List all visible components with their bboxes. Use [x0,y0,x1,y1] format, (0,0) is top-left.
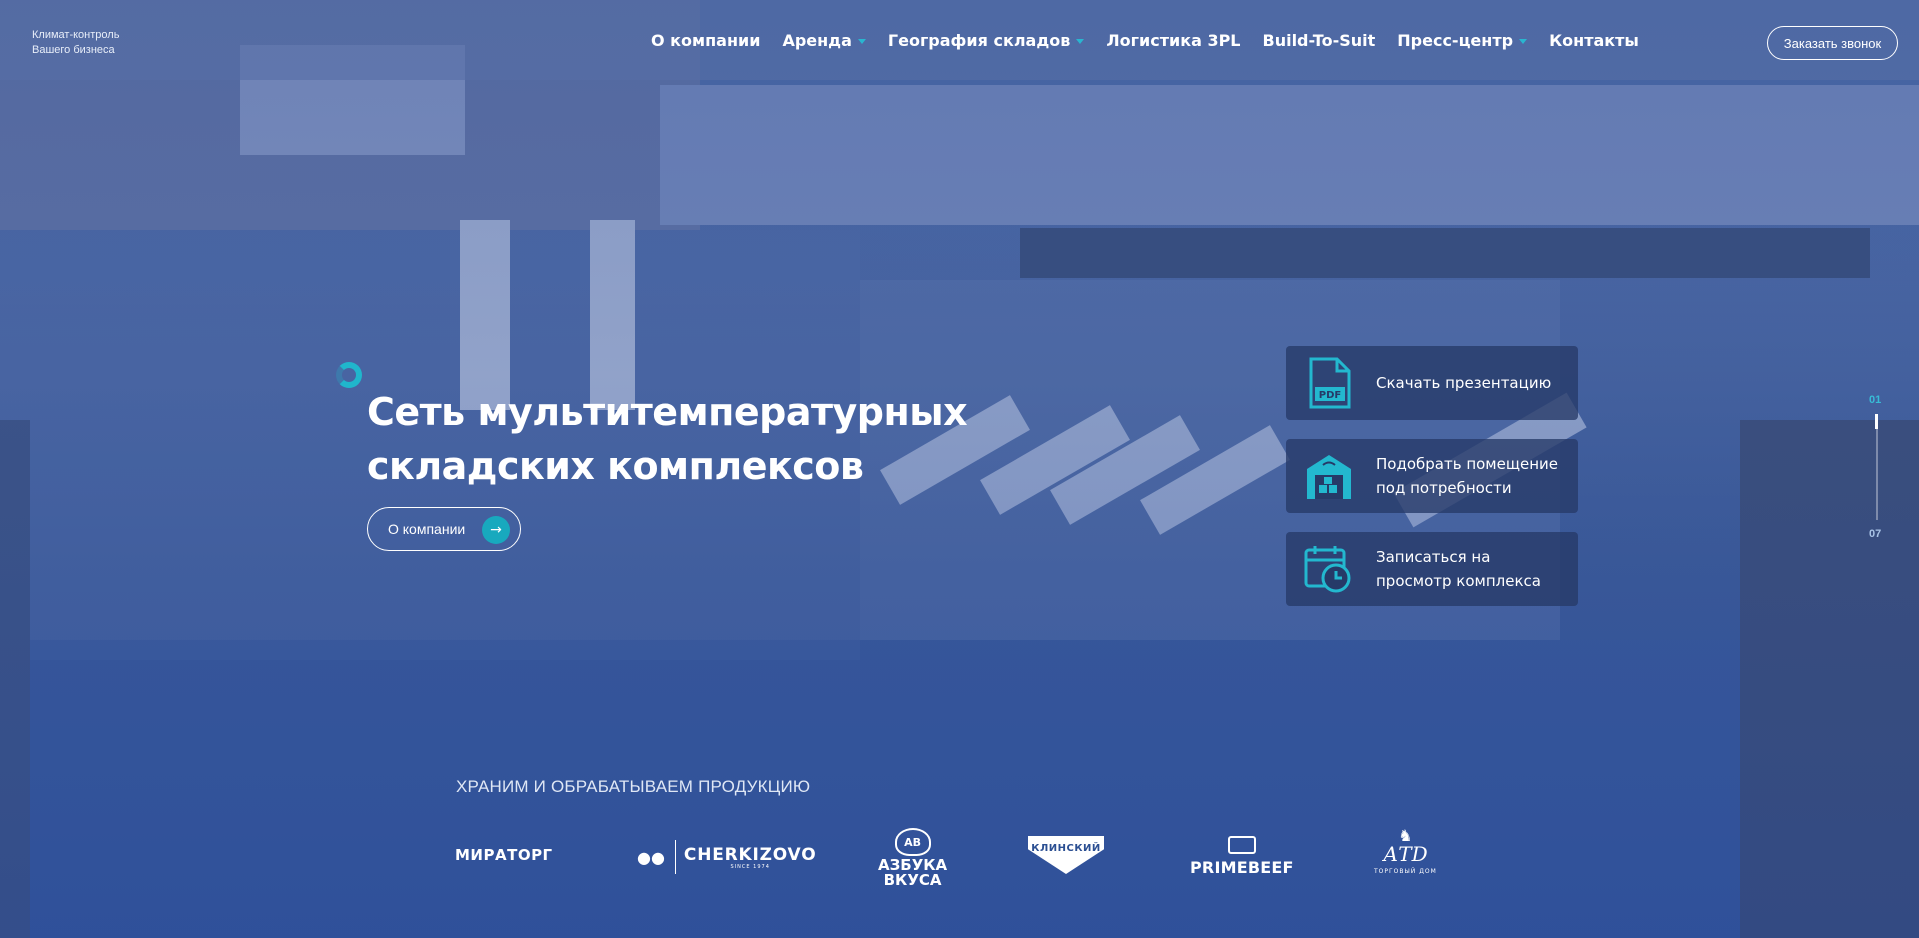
logo-divider [674,840,676,874]
tagline-line-1: Климат-контроль [32,29,120,41]
slide-current-number: 01 [1869,394,1882,406]
pdf-file-icon: PDF [1304,357,1354,409]
nav-item-about[interactable]: О компании [651,31,760,50]
headline-line-2: складских комплексов [367,444,864,488]
clients-section-title: ХРАНИМ И ОБРАБАТЫВАЕМ ПРОДУКЦИЮ [456,777,811,796]
nav-item-label: География складов [887,31,1071,50]
slide-progress-indicator [1875,414,1878,429]
client-logo-klinsky: КЛИНСКИЙ [1028,836,1104,874]
nav-item-contacts[interactable]: Контакты [1549,31,1639,50]
brand-tagline[interactable]: Климат-контроль Вашего бизнеса [32,28,119,58]
azbuka-line-2: ВКУСА [883,871,942,889]
chevron-down-icon [1076,39,1085,44]
main-navigation: О компании Аренда География складов Логи… [651,31,1661,50]
nav-item-geography[interactable]: География складов [887,31,1085,50]
action-cards: PDF Скачать презентацию Подобрать помеще… [1286,346,1578,625]
nav-item-rent[interactable]: Аренда [782,31,866,50]
client-logo-atd: ♞ АТD ТОРГОВЫЙ ДОМ [1374,828,1437,876]
tagline-line-2: Вашего бизнеса [32,44,115,56]
atd-subtitle: ТОРГОВЫЙ ДОМ [1374,868,1437,875]
chevron-down-icon [857,39,866,44]
accent-ring-icon [336,362,362,388]
about-company-button[interactable]: О компании → [367,507,521,551]
client-logo-miratorg: МИРАТОРГ [455,846,553,864]
callback-button[interactable]: Заказать звонок [1767,26,1898,60]
client-logo-azbuka-vkusa: АВ АЗБУКА ВКУСА [878,828,947,888]
download-presentation-card[interactable]: PDF Скачать презентацию [1286,346,1578,420]
book-viewing-card[interactable]: Записаться на просмотр комплекса [1286,532,1578,606]
slide-total-number: 07 [1869,528,1882,540]
primebeef-wordmark: PRIMEBEEF [1190,858,1294,877]
about-button-label: О компании [388,521,466,537]
nav-item-label: Пресс-центр [1397,31,1514,50]
nav-item-label: Контакты [1549,31,1639,50]
nav-item-label: О компании [651,31,761,50]
warehouse-icon [1304,450,1354,502]
book-viewing-label: Записаться на просмотр комплекса [1376,548,1541,590]
azbuka-emblem: АВ [894,828,931,856]
nav-item-build-to-suit[interactable]: Build-To-Suit [1263,31,1376,50]
arrow-right-icon: → [482,516,510,544]
nav-item-logistics[interactable]: Логистика 3PL [1106,31,1240,50]
download-presentation-label: Скачать презентацию [1376,374,1552,392]
nav-item-label: Build-To-Suit [1262,31,1376,50]
select-space-card[interactable]: Подобрать помещение под потребности [1286,439,1578,513]
nav-item-label: Аренда [782,31,852,50]
klinsky-wordmark: КЛИНСКИЙ [1028,836,1104,874]
svg-text:PDF: PDF [1319,390,1341,401]
miratorg-wordmark: МИРАТОРГ [455,846,553,864]
atd-wordmark: АТD [1383,842,1428,866]
nav-item-press[interactable]: Пресс-центр [1397,31,1528,50]
chevron-down-icon [1519,39,1528,44]
nav-item-label: Логистика 3PL [1106,31,1241,50]
client-logo-cherkizovo: ●● CHERKIZOVO SINCE 1974 [637,840,816,874]
page-title: Сеть мультитемпературных складских компл… [367,385,987,493]
select-space-label: Подобрать помещение под потребности [1376,455,1558,497]
cherkizovo-wordmark: CHERKIZOVO [683,844,817,865]
client-logo-primebeef: PRIMEBEEF [1190,836,1294,877]
primebeef-emblem-icon [1227,836,1256,854]
slide-progress-track[interactable] [1876,414,1878,520]
cherkizovo-emblem-icon: ●● [637,847,665,867]
calendar-clock-icon [1304,543,1354,595]
headline-line-1: Сеть мультитемпературных [367,390,968,434]
